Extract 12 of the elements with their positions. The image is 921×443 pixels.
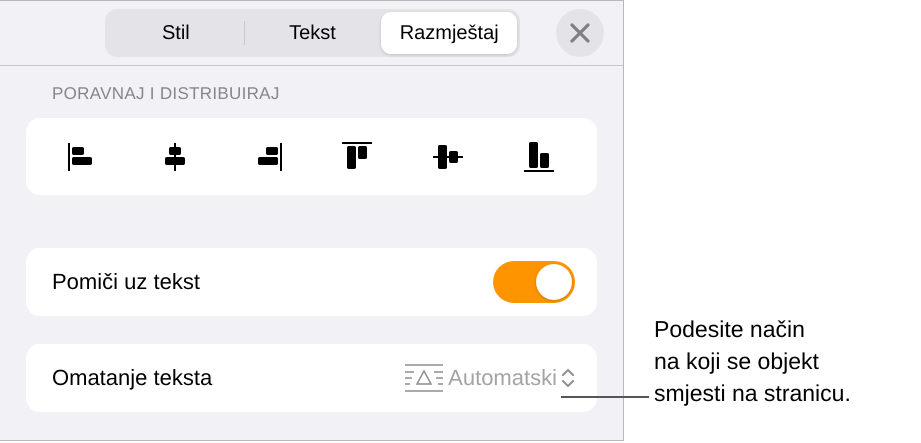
text-wrap-icon — [404, 363, 444, 393]
close-icon — [570, 23, 590, 43]
row-label: Omatanje teksta — [52, 365, 212, 391]
tab[interactable]: Tekst — [244, 12, 380, 54]
section-title: PORAVNAJ I DISTRIBUIRAJ — [51, 84, 281, 104]
toggle-switch[interactable] — [493, 261, 575, 303]
close-button[interactable] — [556, 9, 604, 57]
callout-text: Podesite način na koji se objekt smjesti na stranicu. — [654, 315, 851, 408]
tab[interactable]: Stil — [108, 12, 244, 54]
row-label: Pomiči uz tekst — [52, 269, 200, 295]
tab[interactable]: Razmještaj — [381, 12, 518, 54]
chevron-updown-icon — [561, 367, 575, 389]
